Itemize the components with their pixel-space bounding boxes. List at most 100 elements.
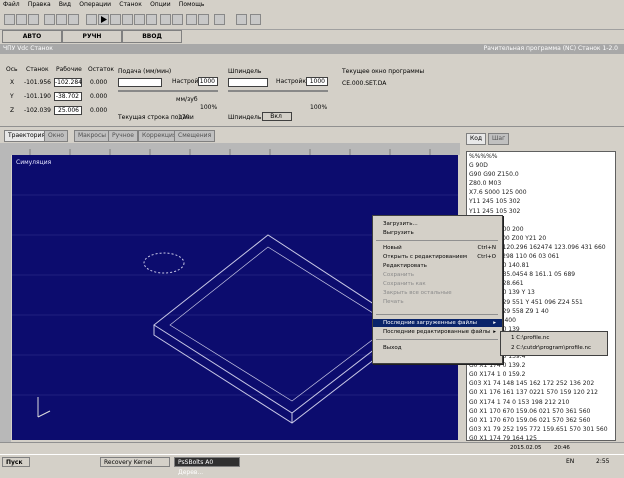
rest-x: 0.000: [90, 79, 108, 86]
axis-triad: [37, 397, 51, 418]
work-x-field[interactable]: -102.284: [54, 78, 82, 87]
status-time: 20:46: [554, 445, 570, 451]
toolbar: [0, 11, 624, 30]
context-menu-item-label: Редактировать: [383, 263, 427, 269]
record-icon[interactable]: [146, 14, 157, 25]
save-icon[interactable]: [28, 14, 39, 25]
stop-square-icon[interactable]: [160, 14, 171, 25]
step-icon[interactable]: [110, 14, 121, 25]
program-title: Рачительная программа (NC) Станок 1-2.0: [483, 45, 618, 52]
spindle-input[interactable]: [228, 78, 268, 87]
rest-header: Остаток: [88, 66, 114, 73]
gcode-line[interactable]: Z80.0 M03: [467, 179, 615, 188]
rest-y: 0.000: [90, 93, 108, 100]
gcode-line[interactable]: G 90D: [467, 161, 615, 170]
context-menu-item-label: Последние редактированные файлы: [383, 329, 491, 335]
tab-trajectory[interactable]: Траектория: [4, 130, 49, 142]
horizontal-ruler: [10, 143, 460, 155]
context-menu-item[interactable]: Выгрузить: [373, 229, 502, 237]
feed-label: Подача (мм/мин): [118, 68, 172, 75]
task-cnc-app[interactable]: PsSBolts A0 Дерев...: [174, 457, 240, 476]
language-indicator[interactable]: EN: [566, 458, 574, 465]
context-menu-item[interactable]: Последние загруженные файлы ▸: [373, 319, 502, 327]
cut-icon[interactable]: [44, 14, 55, 25]
tab-offsets[interactable]: Смещения: [174, 130, 216, 142]
tool-value: CE.000.SET.DA: [342, 80, 387, 87]
status-bar: 2015.02.05 20:46: [0, 442, 624, 454]
tab-code[interactable]: Код: [466, 133, 487, 145]
menu-machine[interactable]: Станок: [116, 0, 145, 9]
help-icon[interactable]: [250, 14, 261, 25]
status-date: 2015.02.05: [510, 445, 542, 451]
paste-icon[interactable]: [68, 14, 79, 25]
fit-icon[interactable]: [198, 14, 209, 25]
open-file-icon[interactable]: [16, 14, 27, 25]
menu-help[interactable]: Помощь: [176, 0, 208, 9]
tool-label: Текущее окно программы: [342, 68, 425, 75]
gcode-line[interactable]: X7.6 S000 125 000: [467, 188, 615, 197]
tab-step[interactable]: Шаг: [488, 133, 510, 145]
menu-file[interactable]: Файл: [0, 0, 23, 9]
spindle-label: Шпиндель: [228, 68, 262, 75]
mode-manual-button[interactable]: РУЧН: [62, 30, 122, 43]
context-menu-item[interactable]: Редактировать: [373, 262, 502, 270]
recent-file-2[interactable]: 2 C:\cutdr\program\profile.nc: [501, 343, 607, 353]
gcode-line[interactable]: G0 X1 174 79 164 125: [467, 434, 615, 440]
menu-operations[interactable]: Операции: [76, 0, 114, 9]
start-button[interactable]: Пуск: [2, 457, 30, 467]
tab-manual[interactable]: Ручное: [108, 130, 138, 142]
gcode-line[interactable]: G90 G90 Z150.0: [467, 170, 615, 179]
zoom-icon[interactable]: [186, 14, 197, 25]
new-file-icon[interactable]: [4, 14, 15, 25]
work-y-field[interactable]: -38.702: [54, 92, 82, 101]
gcode-line[interactable]: G03 X1 79 252 195 772 159.651 570 301 56…: [467, 425, 615, 434]
pause-icon[interactable]: [122, 14, 133, 25]
feed-set-value[interactable]: 1000: [198, 77, 218, 86]
axis-x: X: [10, 79, 15, 86]
spindle-set-value[interactable]: 1000: [306, 77, 328, 86]
gcode-line[interactable]: G03 X1 74 148 145 162 172 252 136 202: [467, 379, 615, 388]
copy-icon[interactable]: [56, 14, 67, 25]
gcode-line[interactable]: G0 X1 170 670 159.06 021 570 362 560: [467, 416, 615, 425]
stop-icon[interactable]: [86, 14, 97, 25]
menu-bar: Файл Правка Вид Операции Станок Опции По…: [0, 0, 624, 10]
recent-file-1[interactable]: 1 C:\profile.nc: [501, 333, 607, 343]
tab-window[interactable]: Окно: [44, 130, 68, 142]
spindle-slider[interactable]: [228, 90, 328, 92]
context-menu-item[interactable]: Последние редактированные файлы ▸: [373, 328, 502, 336]
gcode-line[interactable]: G0 X174 1 74 0 153 198 212 210: [467, 398, 615, 407]
vertical-ruler: [0, 143, 11, 443]
feed-input[interactable]: [118, 78, 162, 87]
tab-macros[interactable]: Макросы: [74, 130, 110, 142]
line-value: 170: [178, 114, 190, 121]
taskbar: Пуск Recovery Kernel PsSBolts A0 Дерев..…: [0, 454, 624, 476]
gcode-line[interactable]: Y11 245 105 302: [467, 197, 615, 206]
context-menu-item[interactable]: Открыть с редактированием Ctrl+O: [373, 253, 502, 261]
machine-header: Станок: [26, 66, 49, 73]
gcode-line[interactable]: %%%%%: [467, 152, 615, 161]
feed-slider[interactable]: [118, 90, 218, 92]
menu-view[interactable]: Вид: [56, 0, 74, 9]
work-z-field[interactable]: 25.006: [54, 106, 82, 115]
play-icon[interactable]: [98, 14, 109, 25]
menu-options[interactable]: Опции: [147, 0, 174, 9]
spindle-on-button[interactable]: Вкл: [262, 112, 292, 121]
spindle-percent: 100%: [310, 104, 328, 111]
menu-edit[interactable]: Правка: [25, 0, 54, 9]
gcode-line[interactable]: G0 X174 1 0 159.2: [467, 370, 615, 379]
context-menu-item-label: Выгрузить: [383, 230, 414, 236]
context-menu-item[interactable]: Загрузить...: [373, 220, 502, 228]
tool-icon[interactable]: [214, 14, 225, 25]
mode-auto-button[interactable]: АВТО: [2, 30, 62, 43]
settings-icon[interactable]: [236, 14, 247, 25]
reset-icon[interactable]: [172, 14, 183, 25]
mode-input-button[interactable]: ВВОД: [122, 30, 182, 43]
gcode-line[interactable]: G0 X1 170 670 159.06 021 570 361 560: [467, 407, 615, 416]
context-menu-shortcut: ▸: [493, 320, 496, 326]
context-menu-item[interactable]: Выход: [373, 344, 502, 352]
skip-icon[interactable]: [134, 14, 145, 25]
task-recovery-kernel[interactable]: Recovery Kernel: [100, 457, 170, 467]
menu-separator: [376, 240, 498, 241]
gcode-line[interactable]: G0 X1 176 161 137 0221 570 159 120 212: [467, 388, 615, 397]
context-menu-item[interactable]: Новый Ctrl+N: [373, 244, 502, 252]
